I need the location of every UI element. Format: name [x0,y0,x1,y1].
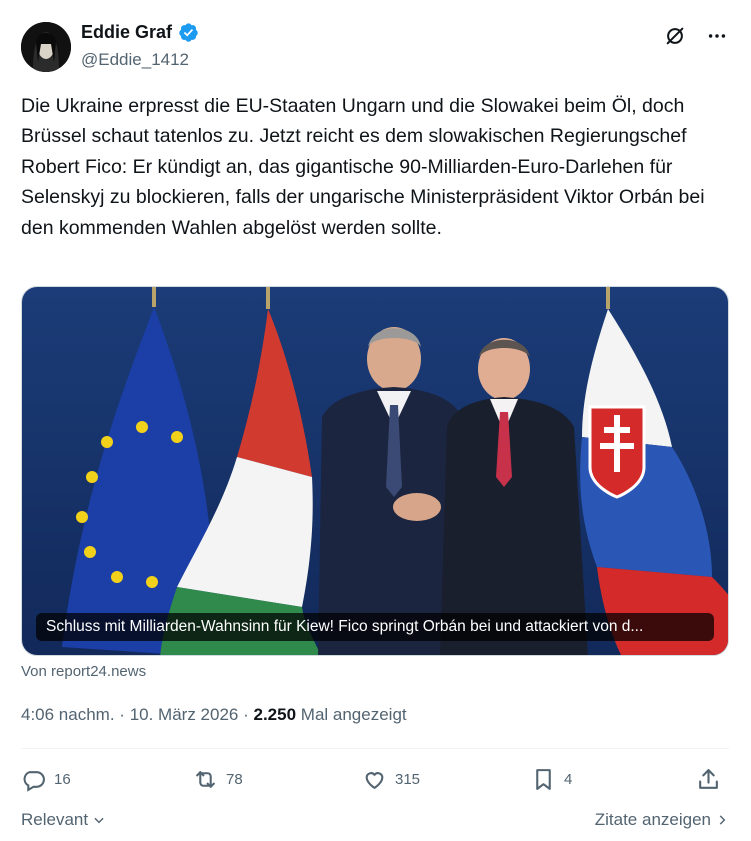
author-name[interactable]: Eddie Graf [81,22,172,43]
meta-separator: · [119,705,130,724]
like-button[interactable]: 315 [362,764,420,794]
heart-icon [365,771,384,789]
share-button[interactable] [696,764,721,794]
grok-icon[interactable] [663,24,687,48]
tweet-time[interactable]: 4:06 nachm. [21,705,115,724]
header-actions [663,24,729,48]
tweet-date[interactable]: 10. März 2026 [130,705,239,724]
repost-icon [196,770,215,788]
views-label: Mal angezeigt [300,705,407,724]
reply-button[interactable]: 16 [21,764,71,794]
divider [21,748,729,749]
view-quotes-link[interactable]: Zitate anzeigen [595,810,729,830]
bookmark-count: 4 [564,770,573,788]
bookmark-button[interactable]: 4 [531,764,572,794]
tweet-meta: 4:06 nachm. · 10. März 2026 · 2.250 Mal … [21,705,407,725]
repost-button[interactable]: 78 [193,764,243,794]
card-caption: Schluss mit Milliarden-Wahnsinn für Kiew… [36,613,714,641]
view-quotes-label: Zitate anzeigen [594,810,711,829]
author-handle[interactable]: @Eddie_1412 [81,50,189,70]
sort-dropdown[interactable]: Relevant [21,810,106,830]
reply-icon [23,770,45,792]
author-name-row[interactable]: Eddie Graf [81,22,199,43]
reply-count: 16 [54,770,71,788]
share-icon [699,768,718,789]
sort-label: Relevant [21,810,89,829]
more-options-icon[interactable] [705,24,729,48]
link-card-image[interactable]: Schluss mit Milliarden-Wahnsinn für Kiew… [21,286,729,656]
repost-count: 78 [226,770,243,788]
bookmark-icon [536,768,551,790]
avatar[interactable] [21,22,71,72]
verified-badge-icon [178,22,199,43]
photo-politicians-handshake [22,287,728,655]
like-count: 315 [395,770,421,788]
chevron-right-icon [719,815,726,825]
card-source[interactable]: Von report24.news [21,663,146,680]
meta-separator: · [243,705,254,724]
replies-sort-row: Relevant Zitate anzeigen [21,808,729,832]
chevron-down-icon [94,817,104,824]
tweet-text: Die Ukraine erpresst die EU-Staaten Unga… [21,95,705,239]
action-bar: 16 78 315 4 [21,764,731,794]
views-count: 2.250 [253,705,297,724]
